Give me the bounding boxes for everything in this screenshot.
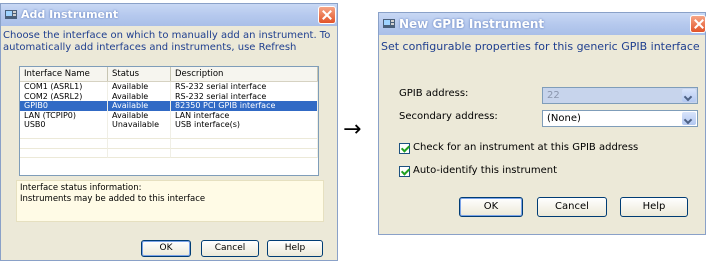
arrow-icon: → — [343, 117, 362, 142]
interface-list[interactable]: Interface Name Status Description COM1 (… — [19, 66, 319, 176]
help-button[interactable]: Help — [267, 240, 323, 257]
subtitle-text: Set configurable properties for this gen… — [381, 40, 700, 53]
instructions-text: Choose the interface on which to manuall… — [3, 30, 337, 54]
check-instrument-checkbox[interactable] — [399, 143, 410, 154]
description-cell: USB interface(s) — [171, 120, 318, 130]
interface-name-cell: COM1 (ASRL1) — [20, 82, 108, 92]
table-row[interactable]: LAN (TCPIP0) Available LAN interface — [20, 110, 318, 120]
secondary-address-value: (None) — [547, 113, 581, 124]
status-info-panel: Interface status information: Instrument… — [16, 180, 324, 222]
instrument-icon — [383, 19, 395, 28]
cancel-button[interactable]: Cancel — [201, 240, 259, 257]
add-instrument-titlebar[interactable]: Add Instrument — [1, 4, 337, 26]
status-info-heading: Interface status information: — [20, 183, 142, 193]
column-header-description[interactable]: Description — [171, 67, 318, 81]
interface-list-header: Interface Name Status Description — [20, 67, 318, 82]
empty-row — [20, 148, 318, 158]
table-row[interactable]: COM2 (ASRL2) Available RS-232 serial int… — [20, 91, 318, 101]
gpib-address-label: GPIB address: — [399, 88, 469, 99]
interface-name-cell: USB0 — [20, 120, 108, 130]
help-button[interactable]: Help — [620, 197, 688, 217]
description-cell: LAN interface — [171, 110, 318, 120]
dialog-title: New GPIB Instrument — [399, 17, 545, 31]
secondary-address-label: Secondary address: — [399, 111, 498, 122]
new-gpib-titlebar[interactable]: New GPIB Instrument — [379, 13, 705, 35]
interface-name-cell: COM2 (ASRL2) — [20, 91, 108, 101]
status-cell: Unavailable — [108, 120, 171, 130]
status-cell: Available — [108, 91, 171, 101]
empty-row — [20, 129, 318, 139]
gpib-address-dropdown[interactable]: 22 — [542, 87, 698, 104]
chevron-down-icon[interactable] — [682, 112, 696, 125]
cancel-button[interactable]: Cancel — [537, 197, 607, 217]
table-row[interactable]: COM1 (ASRL1) Available RS-232 serial int… — [20, 82, 318, 92]
column-header-status[interactable]: Status — [108, 67, 171, 81]
status-info-text: Instruments may be added to this interfa… — [20, 194, 206, 204]
secondary-address-dropdown[interactable]: (None) — [542, 110, 698, 127]
status-cell: Available — [108, 110, 171, 120]
instructions-line-2: automatically add interfaces and instrum… — [3, 42, 297, 53]
table-row-selected[interactable]: GPIB0 Available 82350 PCI GPIB interface — [20, 101, 318, 111]
status-cell: Available — [108, 101, 171, 111]
auto-identify-label[interactable]: Auto-identify this instrument — [413, 165, 557, 176]
close-button[interactable] — [318, 6, 336, 24]
dialog-title: Add Instrument — [21, 8, 119, 21]
chevron-down-icon[interactable] — [682, 89, 696, 102]
ok-button[interactable]: OK — [141, 240, 191, 257]
table-row[interactable]: USB0 Unavailable USB interface(s) — [20, 120, 318, 130]
close-button[interactable] — [690, 15, 706, 33]
status-cell: Available — [108, 82, 171, 92]
description-cell: 82350 PCI GPIB interface — [171, 101, 318, 111]
new-gpib-instrument-dialog: New GPIB Instrument Set configurable pro… — [378, 12, 706, 235]
instrument-icon — [5, 10, 17, 19]
ok-button[interactable]: OK — [459, 197, 523, 217]
gpib-address-value: 22 — [547, 90, 560, 101]
instructions-line-1: Choose the interface on which to manuall… — [3, 30, 331, 41]
check-instrument-label[interactable]: Check for an instrument at this GPIB add… — [413, 142, 638, 153]
empty-row — [20, 139, 318, 149]
description-cell: RS-232 serial interface — [171, 91, 318, 101]
auto-identify-checkbox[interactable] — [399, 166, 410, 177]
description-cell: RS-232 serial interface — [171, 82, 318, 92]
column-header-interface-name[interactable]: Interface Name — [20, 67, 108, 81]
add-instrument-dialog: Add Instrument Choose the interface on w… — [0, 3, 338, 261]
interface-name-cell: LAN (TCPIP0) — [20, 110, 108, 120]
interface-name-cell: GPIB0 — [20, 101, 108, 111]
